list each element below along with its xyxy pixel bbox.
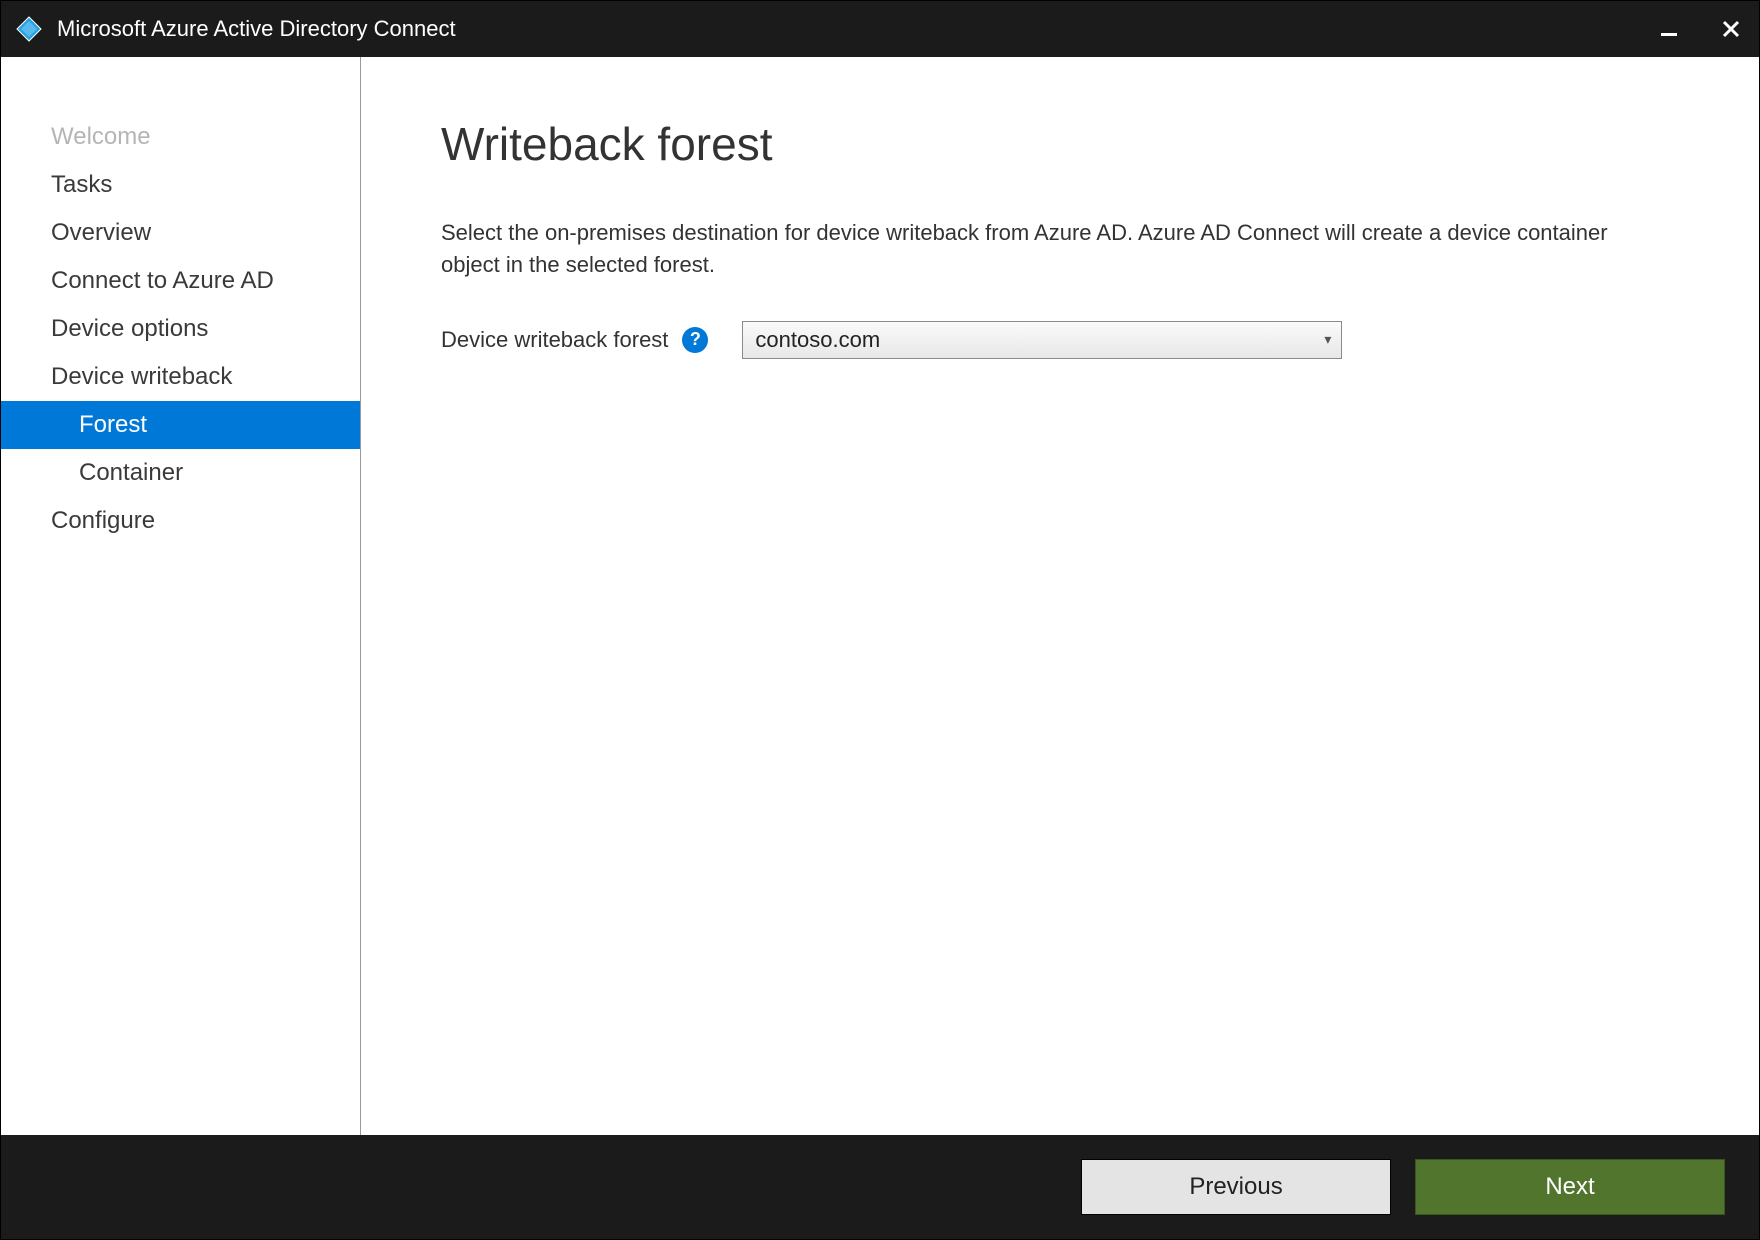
sidebar-item-device-writeback[interactable]: Device writeback [1,353,360,401]
app-window: Microsoft Azure Active Directory Connect… [0,0,1760,1240]
chevron-down-icon: ▾ [1324,331,1331,348]
forest-dropdown[interactable]: contoso.com ▾ [742,321,1342,359]
forest-field-label: Device writeback forest [441,327,668,353]
azure-ad-connect-icon [15,15,43,43]
page-title: Writeback forest [441,117,1699,171]
sidebar-item-device-options[interactable]: Device options [1,305,360,353]
sidebar: Welcome Tasks Overview Connect to Azure … [1,57,361,1135]
next-button[interactable]: Next [1415,1159,1725,1215]
app-title: Microsoft Azure Active Directory Connect [57,16,1655,42]
forest-form-row: Device writeback forest ? contoso.com ▾ [441,321,1699,359]
sidebar-item-connect-azure-ad[interactable]: Connect to Azure AD [1,257,360,305]
close-button[interactable] [1717,15,1745,43]
titlebar: Microsoft Azure Active Directory Connect [1,1,1759,57]
minimize-button[interactable] [1655,15,1683,43]
window-controls [1655,15,1745,43]
body-area: Welcome Tasks Overview Connect to Azure … [1,57,1759,1135]
sidebar-item-configure[interactable]: Configure [1,497,360,545]
sidebar-item-container[interactable]: Container [1,449,360,497]
previous-button[interactable]: Previous [1081,1159,1391,1215]
forest-dropdown-value: contoso.com [755,327,880,353]
sidebar-item-welcome: Welcome [1,113,360,161]
sidebar-item-overview[interactable]: Overview [1,209,360,257]
sidebar-item-tasks[interactable]: Tasks [1,161,360,209]
sidebar-item-forest[interactable]: Forest [1,401,360,449]
content-pane: Writeback forest Select the on-premises … [361,57,1759,1135]
footer: Previous Next [1,1135,1759,1239]
help-icon[interactable]: ? [682,327,708,353]
page-description: Select the on-premises destination for d… [441,217,1641,281]
